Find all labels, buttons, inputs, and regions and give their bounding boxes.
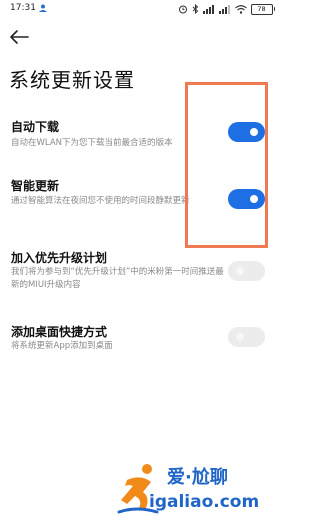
watermark-url: igaliao.com: [149, 492, 260, 512]
sync-icon: [39, 4, 47, 12]
signal-icon-2: [218, 4, 230, 14]
page-title: 系统更新设置: [9, 68, 135, 92]
bluetooth-icon: [192, 4, 198, 14]
desktop-shortcut-toggle[interactable]: [228, 327, 265, 347]
highlight-box: [185, 82, 268, 248]
battery-level: 78: [250, 3, 273, 15]
setting-priority-upgrade[interactable]: 加入优先升级计划 我们将为参与到“优先升级计划”中的米粉第一时间推送最新的MIU…: [0, 249, 281, 297]
status-icons: 78: [178, 3, 275, 15]
setting-desc: 将系统更新App添加到桌面: [11, 341, 113, 351]
setting-title: 自动下载: [11, 120, 60, 134]
back-arrow-icon[interactable]: [8, 28, 30, 46]
signal-icon: [202, 4, 214, 14]
status-bar: 17:31 78: [0, 0, 281, 20]
setting-title: 添加桌面快捷方式: [11, 325, 108, 339]
setting-title: 智能更新: [11, 179, 60, 193]
wifi-icon: [234, 4, 247, 14]
setting-desc: 我们将为参与到“优先升级计划”中的米粉第一时间推送最新的MIUI升级内容: [11, 267, 224, 290]
priority-upgrade-toggle[interactable]: [228, 261, 265, 281]
battery-icon: 78: [250, 3, 275, 15]
alarm-icon: [178, 5, 187, 14]
setting-title: 加入优先升级计划: [11, 251, 108, 265]
status-time: 17:31: [10, 3, 36, 13]
setting-desktop-shortcut[interactable]: 添加桌面快捷方式 将系统更新App添加到桌面: [0, 323, 281, 357]
watermark-logo: 爱·尬聊 igaliao.com: [117, 458, 277, 522]
watermark-text: 爱·尬聊: [167, 467, 228, 488]
